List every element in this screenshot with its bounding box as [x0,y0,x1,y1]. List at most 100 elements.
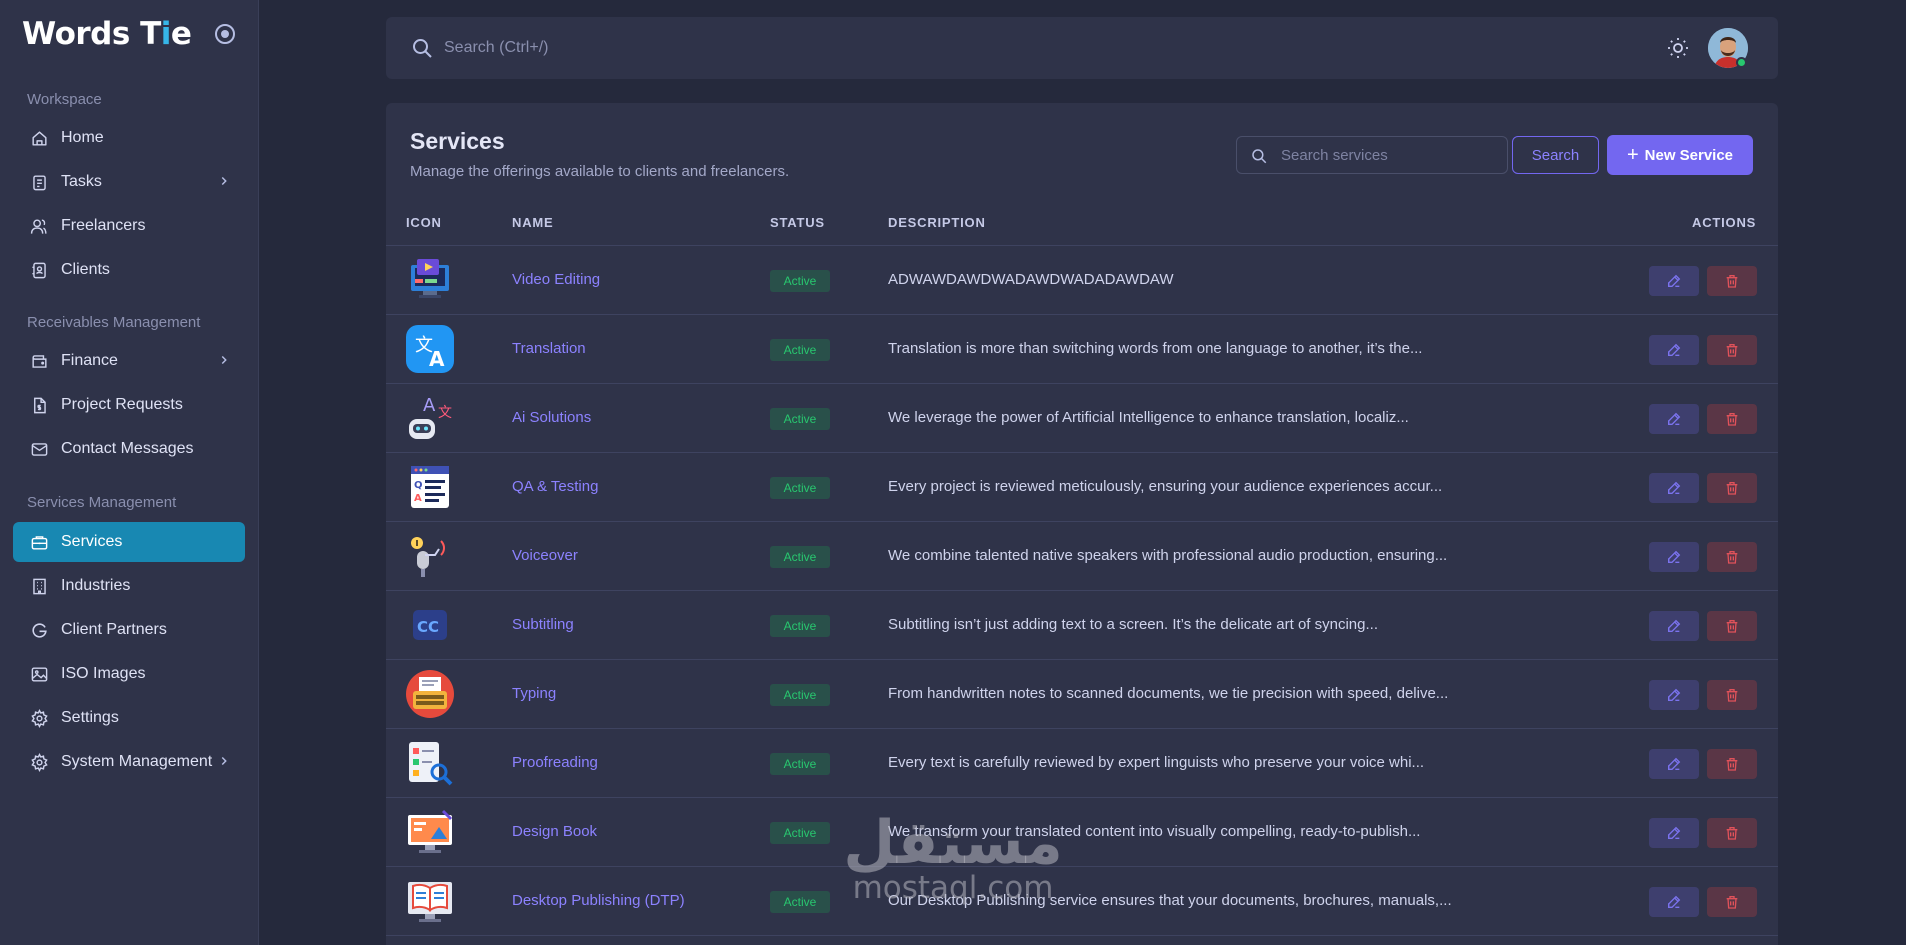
delete-button[interactable] [1707,818,1757,848]
edit-button[interactable] [1649,680,1699,710]
closed-caption-icon: CC [413,610,447,640]
delete-button[interactable] [1707,404,1757,434]
table-row: Typing Active From handwritten notes to sc… [386,660,1778,729]
trash-icon [1726,482,1738,495]
translate-icon: 文A [406,325,454,373]
sidebar-item-iso-images[interactable]: ISO Images [13,654,245,694]
sidebar-item-industries[interactable]: Industries [13,566,245,606]
building-icon [33,578,46,594]
service-name-link[interactable]: Video Editing [512,271,600,288]
sidebar-item-label: Industries [61,577,131,594]
sidebar-item-label: Services [61,533,123,550]
brand-name-pre: Words T [22,16,161,52]
sidebar-item-system-management[interactable]: System Management [13,742,245,782]
delete-button[interactable] [1707,542,1757,572]
trash-icon [1726,551,1738,564]
sidebar-item-project-requests[interactable]: Project Requests [13,385,245,425]
edit-button[interactable] [1649,887,1699,917]
sidebar-item-freelancers[interactable]: Freelancers [13,206,245,246]
service-description: We transform your translated content int… [888,823,1421,840]
delete-button[interactable] [1707,473,1757,503]
edit-button[interactable] [1649,404,1699,434]
global-search-input[interactable]: Search (Ctrl+/) [444,39,548,57]
sidebar-item-label: Contact Messages [61,440,194,457]
service-description: Every project is reviewed meticulously, … [888,478,1443,495]
service-name-link[interactable]: Ai Solutions [512,409,591,426]
service-description: From handwritten notes to scanned docume… [888,685,1449,702]
service-name-link[interactable]: Translation [512,340,586,357]
online-status-dot [1736,57,1747,68]
service-name-link[interactable]: Design Book [512,823,597,840]
status-badge: Active [770,891,830,913]
edit-icon [1668,550,1681,563]
search-button[interactable]: Search [1512,136,1599,174]
sidebar-item-settings[interactable]: Settings [13,698,245,738]
sidebar-item-label: Tasks [61,173,102,190]
table-row: Design Book Active We transform your trans… [386,798,1778,867]
status-badge: Active [770,822,830,844]
trash-icon [1726,413,1738,426]
services-search-input[interactable] [1281,137,1501,173]
sidebar-item-services[interactable]: Services [13,522,245,562]
edit-icon [1668,412,1681,425]
column-header-status[interactable]: STATUS [770,215,825,230]
sidebar-item-tasks[interactable]: Tasks [13,162,245,202]
microphone-icon [411,537,445,577]
edit-button[interactable] [1649,335,1699,365]
sidebar-item-label: System Management [61,753,213,770]
plus-icon: + [1626,144,1639,166]
status-badge: Active [770,477,830,499]
delete-button[interactable] [1707,749,1757,779]
edit-button[interactable] [1649,611,1699,641]
table-row: Proofreading Active Every text is carefull… [386,729,1778,798]
column-header-name[interactable]: NAME [512,215,553,230]
brand-logo[interactable]: Words Tie [22,14,192,54]
sun-icon[interactable] [1666,36,1690,60]
search-icon[interactable] [410,36,434,60]
search-icon [1252,149,1267,164]
service-name-link[interactable]: Proofreading [512,754,598,771]
edit-button[interactable] [1649,542,1699,572]
page-title: Services [410,128,505,154]
status-badge: Active [770,408,830,430]
trash-icon [1726,344,1738,357]
trash-icon [1726,689,1738,702]
delete-button[interactable] [1707,611,1757,641]
svg-text:CC: CC [417,618,439,636]
sidebar-item-label: Clients [61,261,110,278]
service-name-link[interactable]: Subtitling [512,616,574,633]
service-description: ADWAWDAWDWADAWDWADADAWDAW [888,271,1174,288]
delete-button[interactable] [1707,887,1757,917]
new-service-button[interactable]: + New Service [1607,135,1753,175]
edit-button[interactable] [1649,818,1699,848]
sidebar-item-label: ISO Images [61,665,146,682]
sidebar-item-home[interactable]: Home [13,118,245,158]
trash-icon [1726,896,1738,909]
delete-button[interactable] [1707,335,1757,365]
table-row: A 文 Ai Solutions Active We leverage the powe… [386,384,1778,453]
table-row: Desktop Publishing (DTP) Active Our Deskto… [386,867,1778,936]
delete-button[interactable] [1707,680,1757,710]
edit-button[interactable] [1649,266,1699,296]
sidebar-item-clients[interactable]: Clients [13,250,245,290]
service-name-link[interactable]: QA & Testing [512,478,598,495]
svg-text:Q: Q [414,480,423,491]
sidebar-item-contact-messages[interactable]: Contact Messages [13,429,245,469]
chevron-right-icon [221,355,227,365]
service-name-link[interactable]: Voiceover [512,547,578,564]
sidebar-item-finance[interactable]: Finance [13,341,245,381]
new-service-label: New Service [1644,146,1734,164]
delete-button[interactable] [1707,266,1757,296]
table-row: CC Subtitling Active Subtitling isn’t just … [386,591,1778,660]
service-description: We combine talented native speakers with… [888,547,1448,564]
edit-icon [1668,481,1681,494]
sidebar-toggle-icon[interactable] [215,24,235,44]
edit-button[interactable] [1649,749,1699,779]
sidebar-item-client-partners[interactable]: Client Partners [13,610,245,650]
nav-section-receivables: Receivables Management [27,314,201,331]
trash-icon [1726,827,1738,840]
service-name-link[interactable]: Typing [512,685,556,702]
service-name-link[interactable]: Desktop Publishing (DTP) [512,892,685,909]
status-badge: Active [770,270,830,292]
edit-button[interactable] [1649,473,1699,503]
